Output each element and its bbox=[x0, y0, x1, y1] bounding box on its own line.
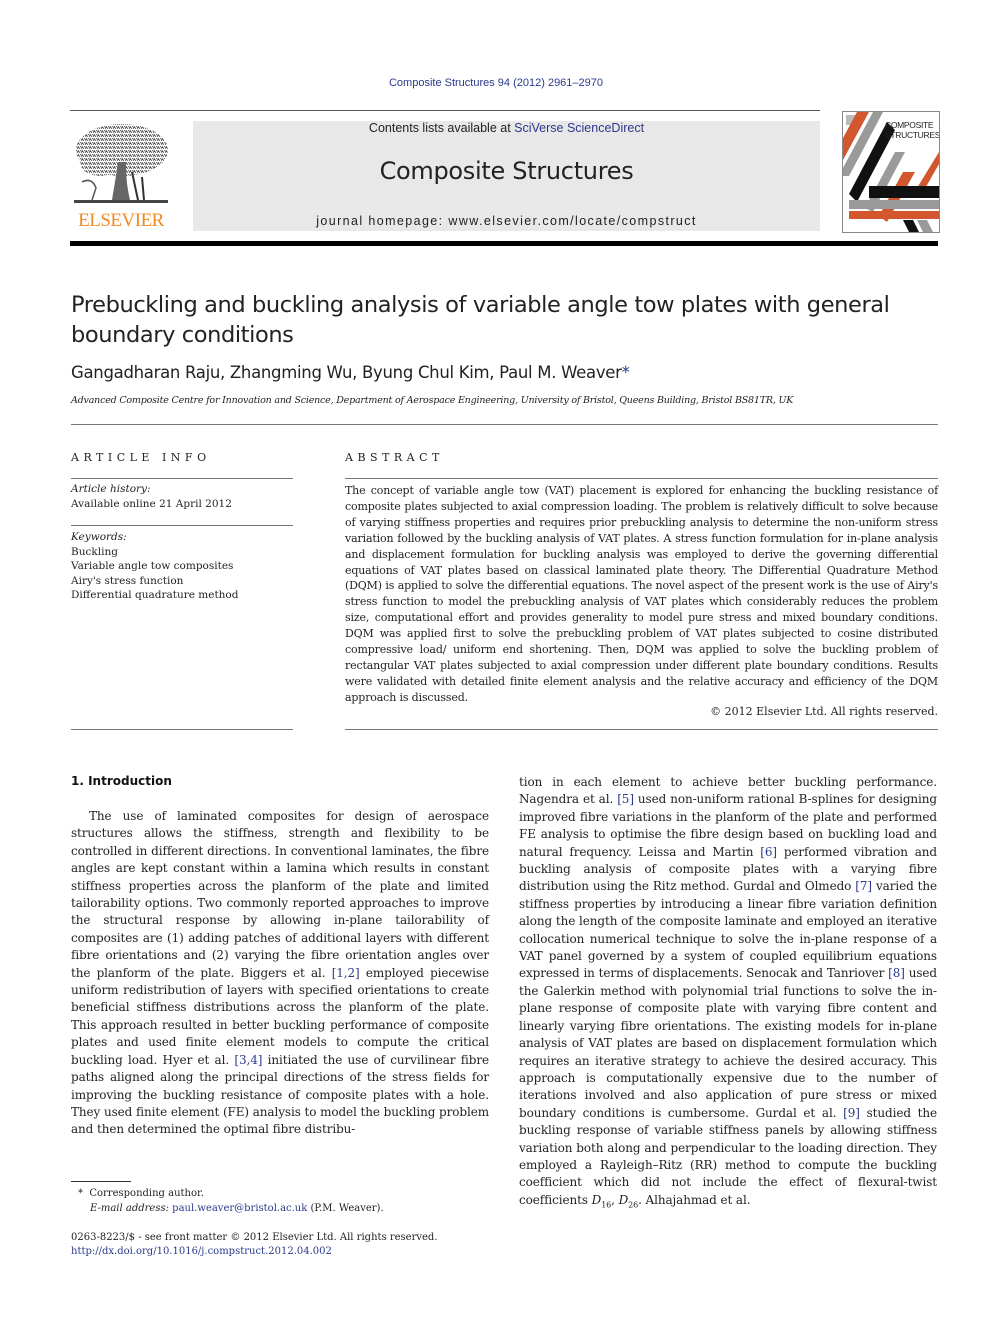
elsevier-tree-icon bbox=[74, 124, 168, 203]
journal-cover-image[interactable]: COMPOSITE STRUCTURES bbox=[842, 111, 940, 233]
email-suffix: (P.M. Weaver). bbox=[307, 1203, 384, 1214]
body-text: used the Galerkin method with polynomial… bbox=[519, 966, 937, 1120]
abstract-rule-bottom bbox=[345, 729, 938, 730]
citation-link[interactable]: [7] bbox=[855, 879, 872, 893]
article-info-rule-2 bbox=[71, 525, 293, 526]
abstract-rule-top bbox=[345, 478, 938, 479]
article-info-rule-3 bbox=[71, 729, 293, 730]
body-column-left: The use of laminated composites for desi… bbox=[71, 808, 489, 1139]
abstract-copyright: © 2012 Elsevier Ltd. All rights reserved… bbox=[710, 705, 938, 718]
affiliation: Advanced Composite Centre for Innovation… bbox=[71, 395, 794, 406]
author-list: Gangadharan Raju, Zhangming Wu, Byung Ch… bbox=[71, 363, 630, 382]
citation-link[interactable]: [6] bbox=[760, 845, 777, 859]
abstract-heading: ABSTRACT bbox=[345, 451, 444, 464]
body-text: The use of laminated composites for desi… bbox=[71, 809, 489, 980]
article-history-label: Article history: bbox=[71, 483, 151, 495]
corresponding-author-mark[interactable]: * bbox=[622, 363, 630, 382]
journal-title: Composite Structures bbox=[379, 157, 634, 185]
body-column-right: tion in each element to achieve better b… bbox=[519, 774, 937, 1214]
citation-link[interactable]: [3,4] bbox=[234, 1053, 262, 1067]
body-text: studied the buckling response of variabl… bbox=[519, 1105, 937, 1207]
homepage-link[interactable]: www.elsevier.com/locate/compstruct bbox=[448, 214, 696, 228]
elsevier-wordmark: ELSEVIER bbox=[78, 210, 164, 231]
body-text: varied the stiffness properties by intro… bbox=[519, 879, 937, 981]
math-symbol: D26 bbox=[618, 1192, 639, 1210]
abstract-text: The concept of variable angle tow (VAT) … bbox=[345, 484, 938, 704]
section-heading-introduction: 1. Introduction bbox=[71, 774, 172, 788]
citation-link[interactable]: [1,2] bbox=[332, 966, 360, 980]
email-label: E-mail address: bbox=[90, 1203, 169, 1214]
math-symbol: D16 bbox=[591, 1192, 612, 1210]
keywords-label: Keywords: bbox=[71, 531, 127, 543]
title-separator bbox=[71, 424, 938, 425]
elsevier-logo[interactable]: ELSEVIER bbox=[70, 118, 172, 233]
issn-doi-block: 0263-8223/$ - see front matter © 2012 El… bbox=[71, 1231, 438, 1259]
intro-paragraph-continued: tion in each element to achieve better b… bbox=[519, 774, 937, 1214]
article-title: Prebuckling and buckling analysis of var… bbox=[71, 292, 890, 348]
keyword-item: Airy's stress function bbox=[71, 574, 184, 587]
journal-banner: Contents lists available at SciVerse Sci… bbox=[193, 121, 820, 231]
article-info-heading: ARTICLE INFO bbox=[71, 451, 211, 464]
header-thick-rule bbox=[70, 241, 938, 246]
citation-link[interactable]: [9] bbox=[843, 1106, 860, 1120]
body-text: , bbox=[611, 1192, 619, 1207]
doi-link[interactable]: http://dx.doi.org/10.1016/j.compstruct.2… bbox=[71, 1245, 438, 1259]
homepage-prefix: journal homepage: bbox=[316, 214, 449, 228]
cover-title: COMPOSITE STRUCTURES bbox=[885, 120, 940, 140]
author-names: Gangadharan Raju, Zhangming Wu, Byung Ch… bbox=[71, 363, 622, 382]
header-rule bbox=[70, 110, 820, 111]
corresponding-author-footnote: * Corresponding author. E-mail address: … bbox=[78, 1186, 384, 1216]
body-text: . Alhajahmad et al. bbox=[638, 1192, 751, 1207]
keyword-item: Buckling bbox=[71, 545, 118, 558]
contents-available-line: Contents lists available at SciVerse Sci… bbox=[193, 121, 820, 135]
keyword-item: Differential quadrature method bbox=[71, 589, 239, 601]
footnote-rule bbox=[71, 1181, 131, 1182]
article-history: Article history: Available online 21 Apr… bbox=[71, 482, 293, 511]
body-text: employed piecewise uniform redistributio… bbox=[71, 965, 489, 1067]
keywords-block: Keywords: Buckling Variable angle tow co… bbox=[71, 530, 293, 603]
journal-citation-link[interactable]: Composite Structures 94 (2012) 2961–2970 bbox=[0, 77, 992, 89]
intro-paragraph: The use of laminated composites for desi… bbox=[71, 808, 489, 1139]
citation-link[interactable]: [5] bbox=[617, 792, 634, 806]
article-history-value: Available online 21 April 2012 bbox=[71, 497, 232, 510]
keyword-item: Variable angle tow composites bbox=[71, 560, 234, 572]
article-info-rule-1 bbox=[71, 478, 293, 479]
email-link[interactable]: paul.weaver@bristol.ac.uk bbox=[172, 1203, 307, 1214]
citation-link[interactable]: [8] bbox=[888, 966, 905, 980]
contents-prefix: Contents lists available at bbox=[368, 121, 515, 135]
journal-homepage-line: journal homepage: www.elsevier.com/locat… bbox=[193, 214, 820, 228]
issn-line: 0263-8223/$ - see front matter © 2012 El… bbox=[71, 1232, 438, 1243]
footnote-star: * bbox=[78, 1188, 83, 1199]
sciencedirect-link[interactable]: SciVerse ScienceDirect bbox=[514, 121, 644, 135]
corresponding-author-label: Corresponding author. bbox=[89, 1188, 204, 1199]
